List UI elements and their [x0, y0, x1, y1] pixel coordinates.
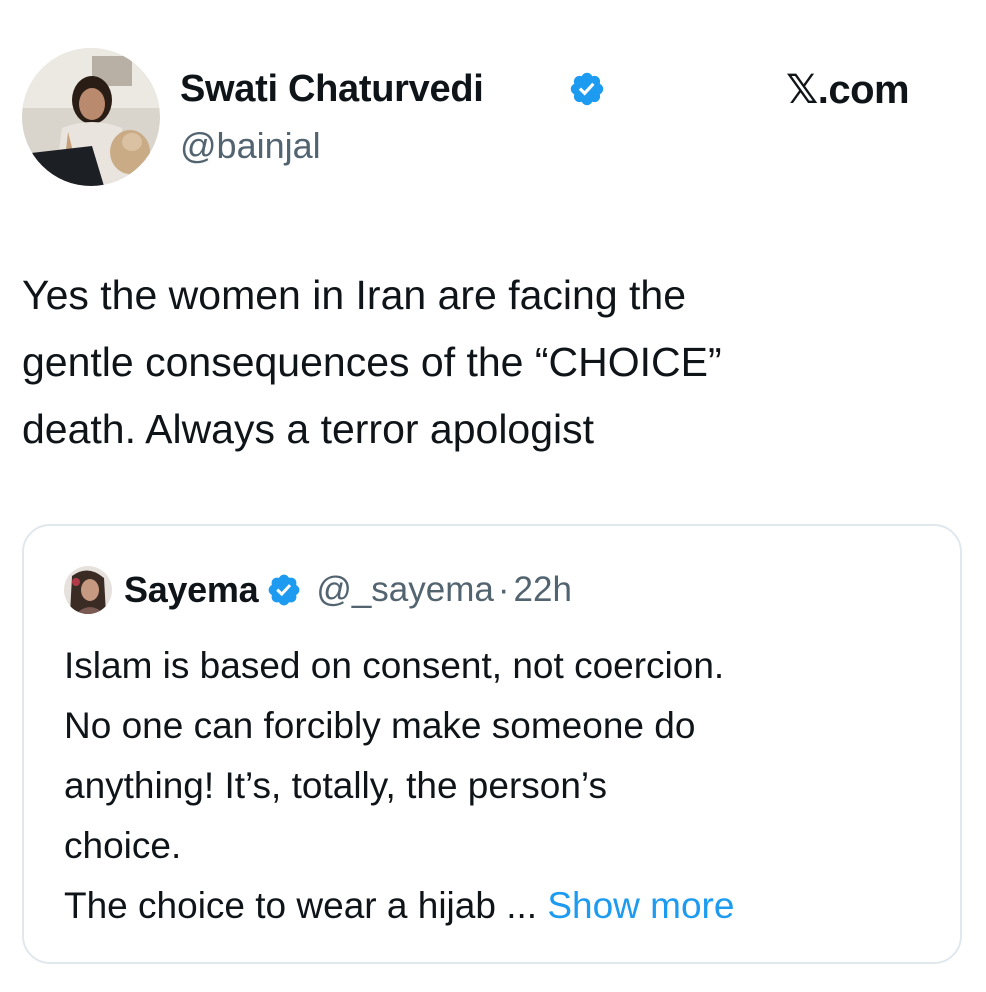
quoted-tweet-line: No one can forcibly make someone do	[64, 705, 696, 746]
meta-separator: ·	[497, 570, 510, 609]
quoted-author-handle[interactable]: @_sayema	[316, 570, 494, 610]
quoted-tweet-header: Sayema @_sayema · 22h	[124, 564, 572, 616]
quoted-author-avatar[interactable]	[64, 566, 112, 614]
author-avatar[interactable]	[22, 48, 160, 186]
quoted-tweet-card[interactable]: Sayema @_sayema · 22h Islam is based on …	[22, 524, 962, 964]
quoted-tweet-timestamp[interactable]: 22h	[514, 570, 572, 610]
quoted-tweet-last-line: The choice to wear a hijab ... Show more	[64, 876, 944, 936]
quoted-author-name[interactable]: Sayema	[124, 569, 259, 611]
author-name[interactable]: Swati Chaturvedi	[180, 66, 484, 112]
site-label: 𝕏.com	[786, 68, 910, 112]
quoted-tweet-line: choice.	[64, 825, 182, 866]
profile-photo-icon	[64, 566, 112, 614]
author-handle[interactable]: @bainjal	[180, 124, 321, 168]
verified-badge-icon	[570, 72, 604, 106]
quoted-tweet-line: The choice to wear a hijab ...	[64, 885, 548, 926]
quoted-tweet-text: Islam is based on consent, not coercion.…	[64, 636, 944, 936]
quoted-tweet-line: anything! It’s, totally, the person’s	[64, 765, 607, 806]
profile-photo-icon	[22, 48, 160, 186]
quoted-tweet-line: Islam is based on consent, not coercion.	[64, 645, 725, 686]
verified-badge-icon	[268, 574, 300, 606]
tweet-text: Yes the women in Iran are facing the gen…	[22, 272, 722, 452]
show-more-link[interactable]: Show more	[547, 885, 734, 926]
